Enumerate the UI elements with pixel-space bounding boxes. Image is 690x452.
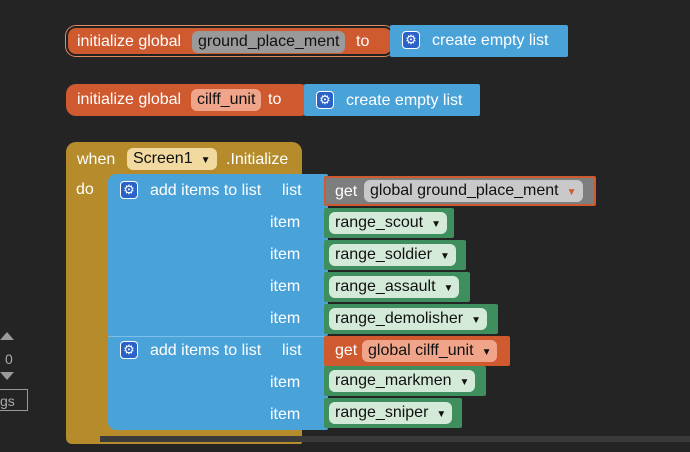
add-items-to-list-block-1[interactable]: ⚙ add items to list list item item item … (108, 174, 328, 336)
create-empty-list-block-1[interactable]: ⚙ create empty list (390, 25, 568, 57)
chevron-down-icon: ▼ (436, 409, 447, 420)
text-item-value: range_sniper (335, 404, 429, 421)
item-socket-label: item (270, 246, 301, 263)
text-item-value: range_soldier (335, 246, 432, 263)
gear-icon[interactable]: ⚙ (402, 31, 420, 49)
zoom-out-icon[interactable] (0, 372, 14, 380)
list-socket-label: list (282, 342, 302, 359)
text-item-value: range_demolisher (335, 310, 464, 327)
zoom-value: 0 (5, 351, 13, 367)
item-socket-label: item (270, 310, 301, 327)
variable-name: global ground_place_ment (370, 182, 559, 199)
text-item-dropdown[interactable]: range_demolisher ▼ (329, 308, 487, 330)
text-item-block[interactable]: range_assault ▼ (324, 272, 470, 302)
text-item-block[interactable]: range_demolisher ▼ (324, 304, 498, 334)
get-label: get (335, 342, 358, 359)
initialize-global-label: initialize global (77, 33, 182, 50)
gear-icon[interactable]: ⚙ (120, 181, 138, 199)
component-name: Screen1 (133, 150, 193, 167)
text-item-dropdown[interactable]: range_scout ▼ (329, 212, 447, 234)
chevron-down-icon: ▼ (459, 377, 470, 388)
when-label: when (77, 151, 116, 168)
add-items-to-list-block-2[interactable]: ⚙ add items to list list item item (108, 336, 328, 430)
text-item-dropdown[interactable]: range_sniper ▼ (329, 402, 453, 424)
item-socket-label: item (270, 278, 301, 295)
text-item-block[interactable]: range_markmen ▼ (324, 366, 486, 396)
list-socket-label: list (282, 182, 302, 199)
initialize-global-label: initialize global (77, 91, 182, 108)
component-dropdown[interactable]: Screen1 ▼ (127, 148, 217, 170)
chevron-down-icon: ▼ (439, 251, 450, 262)
create-empty-list-block-2[interactable]: ⚙ create empty list (304, 84, 480, 116)
variable-name-field[interactable]: cilff_unit (191, 89, 262, 111)
add-items-label: add items to list (150, 342, 262, 359)
get-label: get (335, 183, 358, 200)
global-variable-block-2[interactable]: initialize global cilff_unit to (66, 84, 310, 116)
variable-name: global cilff_unit (368, 342, 474, 359)
add-items-label: add items to list (150, 182, 262, 199)
variable-dropdown[interactable]: global cilff_unit ▼ (362, 340, 498, 362)
to-label: to (356, 33, 370, 50)
event-name-label: .Initialize (226, 151, 289, 168)
zoom-in-icon[interactable] (0, 332, 14, 340)
variable-dropdown[interactable]: global ground_place_ment ▼ (364, 180, 583, 202)
item-socket-label: item (270, 374, 301, 391)
workspace-tag-label: gs (0, 393, 15, 409)
text-item-value: range_scout (335, 214, 424, 231)
variable-name-field[interactable]: ground_place_ment (192, 31, 346, 53)
chevron-down-icon: ▼ (200, 155, 211, 166)
to-label: to (268, 91, 282, 108)
text-item-block[interactable]: range_sniper ▼ (324, 398, 462, 428)
create-empty-list-label: create empty list (432, 32, 549, 49)
do-label: do (76, 181, 94, 198)
gear-icon[interactable]: ⚙ (316, 91, 334, 109)
get-variable-block-2[interactable]: get global cilff_unit ▼ (324, 336, 510, 366)
text-item-value: range_assault (335, 278, 436, 295)
event-block-footer (100, 436, 690, 442)
text-item-dropdown[interactable]: range_assault ▼ (329, 276, 460, 298)
text-item-dropdown[interactable]: range_markmen ▼ (329, 370, 476, 392)
text-item-dropdown[interactable]: range_soldier ▼ (329, 244, 456, 266)
chevron-down-icon: ▼ (566, 187, 577, 198)
chevron-down-icon: ▼ (431, 219, 441, 230)
gear-icon[interactable]: ⚙ (120, 341, 138, 359)
text-item-block[interactable]: range_scout ▼ (324, 208, 454, 238)
text-item-value: range_markmen (335, 372, 452, 389)
chevron-down-icon: ▼ (481, 347, 492, 358)
workspace-tag-button[interactable]: gs (0, 389, 28, 411)
chevron-down-icon: ▼ (443, 283, 454, 294)
create-empty-list-label: create empty list (346, 92, 463, 109)
text-item-block[interactable]: range_soldier ▼ (324, 240, 466, 270)
get-variable-block-1[interactable]: get global ground_place_ment ▼ (324, 176, 596, 206)
item-socket-label: item (270, 214, 301, 231)
global-variable-block-1[interactable]: initialize global ground_place_ment to (66, 26, 394, 56)
chevron-down-icon: ▼ (471, 315, 481, 326)
item-socket-label: item (270, 406, 301, 423)
